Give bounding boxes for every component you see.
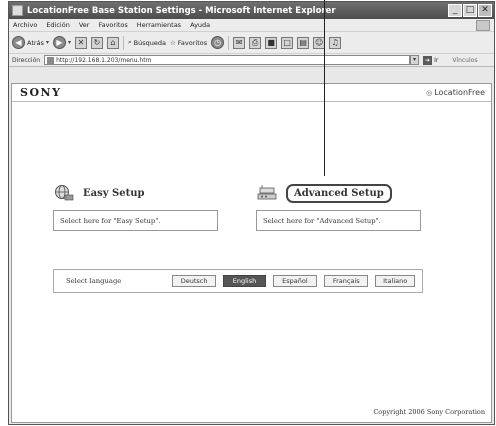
language-deutsch-button[interactable]: Deutsch (171, 275, 217, 287)
sony-logo: SONY (20, 86, 62, 99)
stop-icon[interactable]: ✕ (74, 36, 87, 49)
language-english-button[interactable]: English (223, 275, 266, 287)
toolbar-separator (228, 35, 230, 50)
minimize-button[interactable]: _ (448, 4, 462, 17)
toolbar-separator (122, 35, 124, 50)
address-input[interactable]: http://192.168.1.203/menu.htm (44, 55, 411, 65)
forward-button[interactable]: ▶ ▾ (52, 36, 71, 49)
forward-dropdown-icon[interactable]: ▾ (68, 39, 71, 46)
toolbar: ◀ Atrás ▾ ▶ ▾ ✕ ↻ ⌂ ⌕ Búsqueda ☆ Favorit… (9, 32, 494, 54)
locationfree-mark-icon: ◎ (426, 88, 433, 97)
locationfree-logo-text: LocationFree (434, 88, 485, 97)
edit-icon[interactable]: ■ (265, 36, 278, 49)
globe-icon (53, 184, 75, 202)
go-label: Ir (434, 56, 439, 64)
menu-edicion[interactable]: Edición (46, 21, 70, 29)
browser-window: LocationFree Base Station Settings - Mic… (8, 1, 495, 425)
links-button[interactable]: Vínculos (452, 57, 477, 64)
research-icon[interactable]: ▤ (297, 36, 310, 49)
menu-archivo[interactable]: Archivo (13, 21, 37, 29)
easy-setup-section: Easy Setup Select here for "Easy Setup". (53, 183, 218, 231)
print-icon[interactable]: ⎙ (249, 36, 262, 49)
menu-ver[interactable]: Ver (79, 21, 90, 29)
history-icon[interactable]: ◷ (211, 36, 225, 49)
media-icon[interactable]: ♫ (329, 36, 342, 49)
router-icon (256, 184, 278, 202)
menu-ayuda[interactable]: Ayuda (190, 21, 210, 29)
star-icon: ☆ (169, 38, 176, 47)
menu-favoritos[interactable]: Favoritos (98, 21, 127, 29)
address-label: Dirección (12, 56, 41, 64)
back-dropdown-icon[interactable]: ▾ (46, 39, 49, 46)
window-title: LocationFree Base Station Settings - Mic… (27, 5, 336, 16)
search-button[interactable]: ⌕ Búsqueda (128, 38, 166, 47)
language-italiano-button[interactable]: Italiano (375, 275, 415, 287)
advanced-setup-section: Advanced Setup Select here for "Advanced… (256, 183, 421, 231)
title-bar: LocationFree Base Station Settings - Mic… (9, 2, 494, 19)
search-icon: ⌕ (127, 38, 132, 46)
language-panel: Select language Deutsch English Español … (53, 269, 423, 293)
mail-icon[interactable]: ✉ (233, 36, 246, 49)
windows-logo-icon (476, 20, 490, 31)
back-arrow-icon: ◀ (12, 36, 25, 49)
ie-icon (12, 5, 23, 16)
address-bar: Dirección http://192.168.1.203/menu.htm … (9, 54, 494, 67)
menu-herramientas[interactable]: Herramientas (137, 21, 181, 29)
page-icon (47, 56, 55, 64)
page-content: SONY ◎ LocationFree Easy Setup Select he… (11, 83, 492, 423)
easy-setup-button[interactable]: Select here for "Easy Setup". (53, 210, 218, 231)
go-arrow-icon: ➔ (423, 55, 433, 65)
page-header: SONY ◎ LocationFree (12, 84, 491, 102)
go-button[interactable]: ➔ Ir (423, 55, 439, 65)
advanced-setup-title[interactable]: Advanced Setup (286, 183, 392, 203)
discuss-icon[interactable]: □ (281, 36, 294, 49)
back-button[interactable]: ◀ Atrás ▾ (12, 36, 49, 49)
maximize-button[interactable]: □ (463, 4, 477, 17)
easy-setup-title[interactable]: Easy Setup (83, 188, 145, 199)
address-dropdown-icon[interactable]: ▾ (410, 55, 420, 65)
close-button[interactable]: ✕ (478, 4, 492, 17)
home-icon[interactable]: ⌂ (106, 36, 119, 49)
locationfree-logo: ◎ LocationFree (426, 88, 485, 97)
callout-line (324, 0, 325, 176)
language-label: Select language (66, 277, 122, 285)
advanced-setup-button[interactable]: Select here for "Advanced Setup". (256, 210, 421, 231)
favorites-button[interactable]: ☆ Favoritos (170, 39, 207, 47)
search-label: Búsqueda (133, 38, 166, 47)
address-url: http://192.168.1.203/menu.htm (56, 56, 152, 64)
favorites-label: Favoritos (177, 38, 208, 47)
language-espanol-button[interactable]: Español (272, 275, 318, 287)
language-francais-button[interactable]: Français (324, 275, 369, 287)
forward-arrow-icon: ▶ (52, 36, 66, 49)
menu-bar: Archivo Edición Ver Favoritos Herramient… (9, 19, 494, 32)
refresh-icon[interactable]: ↻ (90, 36, 103, 49)
back-label: Atrás (27, 38, 44, 47)
copyright-text: Copyright 2006 Sony Corporation (373, 408, 485, 416)
